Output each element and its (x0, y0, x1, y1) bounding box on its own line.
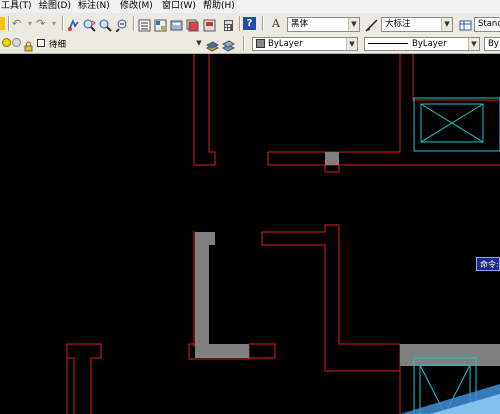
realtime-pan-icon[interactable] (67, 17, 80, 31)
command-prompt-tooltip: 命令: (476, 257, 500, 271)
linetype-value: ByLayer (412, 39, 447, 49)
lineweight-control-select[interactable]: By (484, 37, 500, 51)
corner-decoration (400, 384, 500, 414)
sun-freeze-icon[interactable] (12, 38, 21, 47)
menu-dimension[interactable]: 标注(N) (78, 0, 110, 12)
wall-segment (249, 343, 276, 359)
layer-on-icon[interactable] (2, 38, 11, 47)
quickcalc-icon[interactable] (222, 17, 235, 31)
chevron-down-icon: ▼ (468, 38, 479, 50)
help-icon[interactable]: ? (243, 17, 256, 30)
color-swatch (256, 39, 265, 48)
text-style-icon[interactable]: A (272, 17, 285, 30)
toolbar-separator (243, 36, 245, 51)
toolbar-separator (62, 16, 64, 31)
make-current-layer-icon[interactable] (205, 37, 220, 52)
dimension-style-value: 大标注 (385, 19, 411, 29)
toolbar-separator (262, 16, 264, 31)
color-control-select[interactable]: ByLayer ▼ (252, 37, 358, 51)
menu-bar: 工具(T) 绘图(D) 标注(N) 修改(M) 窗口(W) 帮助(H) (0, 0, 500, 14)
color-value: ByLayer (268, 39, 303, 49)
chevron-down-icon: ▼ (194, 37, 204, 50)
chevron-down-icon: ▼ (348, 18, 359, 31)
zoom-previous-icon[interactable] (115, 17, 129, 33)
wall-segment (262, 224, 400, 345)
text-style-select[interactable]: 黑体 ▼ (287, 17, 360, 32)
table-style-value: Stand (478, 19, 500, 29)
layer-color-swatch (37, 39, 45, 47)
linetype-sample (368, 43, 408, 44)
lock-icon[interactable] (23, 37, 34, 52)
wall-segment (261, 232, 400, 372)
column-fill (400, 344, 500, 366)
chevron-down-icon: ▼ (441, 18, 452, 31)
command-prompt-label: 命令: (480, 260, 499, 269)
table-style-select[interactable]: Stand (474, 17, 500, 32)
chevron-down-icon: ▼ (346, 38, 357, 50)
redo-icon[interactable]: ↷ (36, 17, 49, 30)
column-fill (195, 232, 249, 358)
undo-icon[interactable]: ↶ (12, 17, 25, 30)
column-fill (325, 152, 339, 165)
wall-segment (193, 54, 216, 166)
drawing-canvas[interactable] (0, 54, 500, 414)
menu-tools[interactable]: 工具(T) (1, 0, 32, 12)
zoom-window-icon[interactable] (99, 17, 112, 32)
zoom-realtime-icon[interactable] (83, 17, 96, 32)
markup-set-icon[interactable] (203, 17, 216, 32)
layer-dropdown[interactable]: ▼ (192, 37, 204, 50)
fixture-box (413, 97, 500, 152)
lineweight-value: By (488, 39, 499, 49)
menu-modify[interactable]: 修改(M) (120, 0, 153, 12)
pan-icon[interactable] (0, 17, 5, 30)
menu-draw[interactable]: 绘图(D) (39, 0, 71, 12)
dimension-style-icon[interactable] (365, 17, 378, 32)
layers-toolbar: 待细 ▼ ByLayer ▼ ByLayer ▼ By (0, 34, 500, 54)
design-center-icon[interactable] (154, 17, 167, 32)
layer-name-label: 待细 (49, 40, 67, 50)
sheet-set-icon[interactable] (186, 17, 199, 32)
standard-toolbar: ↶ ▾ ↷ ▾ ? A 黑体 ▼ 大标注 ▼ Stan (0, 13, 500, 35)
table-style-icon[interactable] (459, 17, 472, 31)
properties-icon[interactable] (138, 17, 151, 32)
cad-application: 工具(T) 绘图(D) 标注(N) 修改(M) 窗口(W) 帮助(H) ↶ ▾ … (0, 0, 500, 414)
wall-segment (66, 343, 102, 414)
text-style-value: 黑体 (291, 19, 309, 29)
dimension-style-select[interactable]: 大标注 ▼ (381, 17, 453, 32)
menu-help[interactable]: 帮助(H) (203, 0, 235, 12)
layer-previous-icon[interactable] (221, 37, 236, 52)
toolbar-separator (239, 16, 241, 31)
wall-segment (267, 54, 500, 166)
tool-palettes-icon[interactable] (170, 17, 183, 31)
toolbar-separator (8, 16, 10, 31)
column (324, 164, 340, 173)
toolbar-separator (133, 16, 135, 31)
menu-window[interactable]: 窗口(W) (162, 0, 196, 12)
linetype-control-select[interactable]: ByLayer ▼ (364, 37, 480, 51)
